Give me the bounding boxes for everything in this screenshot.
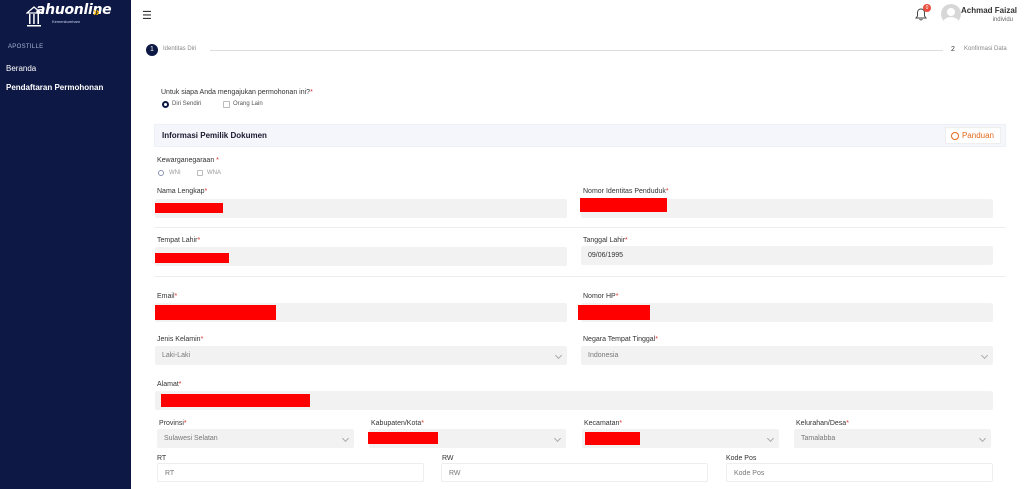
kode-pos-label: Kode Pos [726, 455, 757, 462]
step-2-label: Konfirmasi Data [964, 46, 1007, 52]
panduan-button[interactable]: Panduan [945, 127, 1001, 144]
menu-icon[interactable]: ☰ [142, 9, 152, 22]
chevron-down-icon [341, 434, 350, 443]
email-label: Email* [157, 293, 178, 300]
step-1-label: Identitas Diri [163, 46, 197, 52]
avatar[interactable] [941, 4, 961, 24]
redacted-nomor-hp [578, 305, 650, 320]
redacted-kecamatan [585, 432, 640, 445]
provinsi-label: Provinsi* [159, 420, 187, 427]
chevron-down-icon [978, 434, 987, 443]
provinsi-select[interactable]: Sulawesi Selatan [157, 429, 354, 448]
section-title: Informasi Pemilik Dokumen [162, 131, 267, 140]
tempat-lahir-label: Tempat Lahir* [157, 237, 201, 244]
redacted-kabupaten-kota [368, 432, 438, 444]
radio-orang-lain[interactable] [223, 101, 230, 108]
sidebar: ahuonline Kemenkumham » APOSTILLE Berand… [0, 0, 131, 489]
redacted-tempat-lahir [155, 253, 229, 263]
kode-pos-input[interactable]: Kode Pos [726, 463, 993, 482]
applicant-question: Untuk siapa Anda mengajukan permohonan i… [161, 89, 313, 96]
rt-input[interactable]: RT [157, 463, 424, 482]
row-divider [154, 276, 1006, 277]
negara-label: Negara Tempat Tinggal* [583, 336, 658, 343]
jenis-kelamin-value: Laki-Laki [162, 352, 191, 359]
radio-orang-lain-label: Orang Lain [233, 101, 263, 107]
logo-chevrons-icon: » [93, 5, 100, 19]
kelurahan-select[interactable]: Tamalabba [794, 429, 991, 448]
kabupaten-kota-label: Kabupaten/Kota* [371, 420, 424, 427]
user-name[interactable]: Achmad Faizal [961, 6, 1017, 15]
stepper-line [210, 50, 943, 51]
kewarganegaraan-label: Kewarganegaraan * [157, 157, 219, 164]
top-bar: ☰ 0 Achmad Faizal individu [131, 0, 1024, 30]
sidebar-item-pendaftaran-permohonan[interactable]: Pendaftaran Permohonan [6, 83, 103, 92]
radio-diri-sendiri-label: Diri Sendiri [172, 101, 202, 107]
redacted-nik [580, 198, 667, 212]
jenis-kelamin-label: Jenis Kelamin* [157, 336, 204, 343]
alamat-label: Alamat* [157, 381, 182, 388]
provinsi-value: Sulawesi Selatan [164, 435, 218, 442]
radio-diri-sendiri[interactable] [162, 101, 169, 108]
rt-label: RT [157, 455, 167, 462]
row-divider [154, 227, 1006, 228]
chevron-down-icon [554, 351, 563, 360]
step-2-indicator: 2 [951, 46, 955, 53]
notification-badge: 0 [923, 4, 931, 12]
section-header: Informasi Pemilik Dokumen Panduan [154, 124, 1006, 147]
step-1-indicator: 1 [146, 44, 158, 56]
chevron-down-icon [553, 434, 562, 443]
redacted-alamat [161, 394, 310, 407]
kelurahan-value: Tamalabba [801, 435, 836, 442]
jenis-kelamin-select[interactable]: Laki-Laki [155, 346, 567, 365]
tanggal-lahir-input[interactable]: 09/06/1995 [581, 246, 993, 265]
logo-subtitle: Kemenkumham [52, 19, 81, 24]
kecamatan-label: Kecamatan* [584, 420, 623, 427]
redacted-nama [155, 203, 223, 213]
negara-select[interactable]: Indonesia [581, 346, 993, 365]
nik-label: Nomor Identitas Penduduk* [583, 188, 669, 195]
sidebar-item-beranda[interactable]: Beranda [6, 64, 36, 73]
user-role: individu [992, 17, 1013, 23]
kelurahan-label: Kelurahan/Desa* [796, 420, 849, 427]
radio-wna-label: WNA [207, 170, 221, 176]
rw-label: RW [442, 455, 454, 462]
negara-value: Indonesia [588, 352, 619, 359]
radio-wni[interactable] [158, 170, 164, 176]
sidebar-section-apostille: APOSTILLE [8, 44, 44, 50]
tanggal-lahir-label: Tanggal Lahir* [583, 237, 628, 244]
radio-wni-label: WNI [169, 170, 181, 176]
redacted-email [155, 305, 276, 320]
chevron-down-icon [766, 434, 775, 443]
nama-lengkap-label: Nama Lengkap* [157, 188, 208, 195]
rw-input[interactable]: RW [441, 463, 708, 482]
logo-text: ahuonline [36, 2, 112, 18]
info-circle-icon [951, 132, 959, 140]
chevron-down-icon [980, 351, 989, 360]
panduan-label: Panduan [961, 131, 994, 140]
radio-wna[interactable] [197, 170, 203, 176]
nomor-hp-label: Nomor HP* [583, 293, 619, 300]
